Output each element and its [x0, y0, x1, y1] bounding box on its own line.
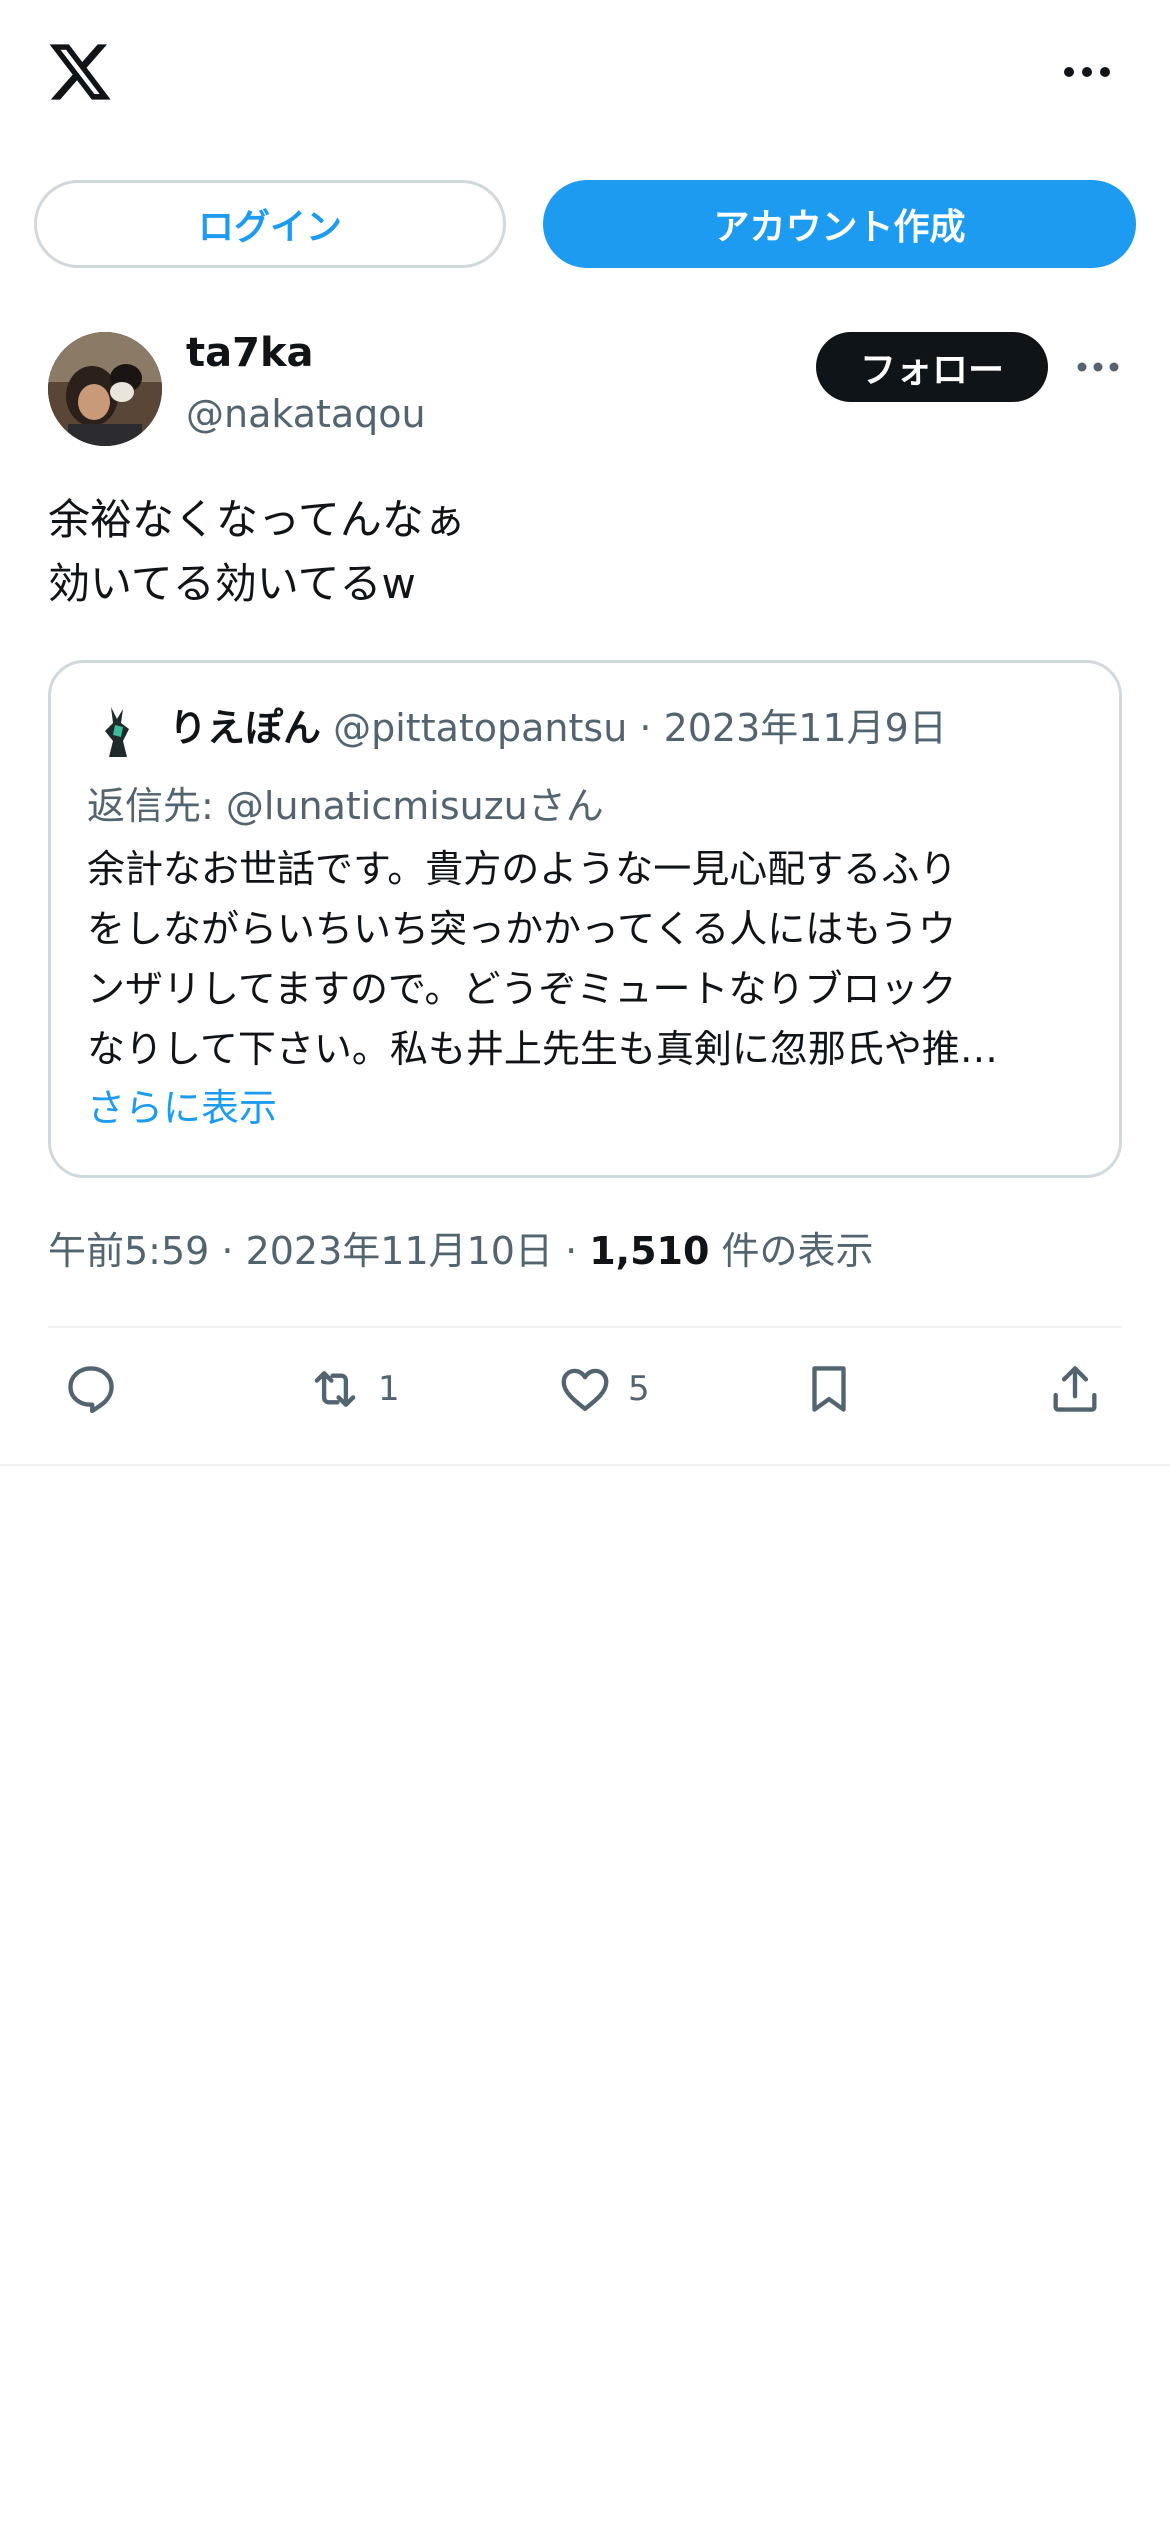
view-count: 1,510: [589, 1229, 710, 1273]
bookmark-button[interactable]: [800, 1360, 858, 1418]
quoted-date[interactable]: 2023年11月9日: [664, 706, 947, 750]
tweet-text-line: 効いてる効いてるw: [48, 559, 416, 608]
retweet-icon: [314, 1371, 356, 1407]
reply-button[interactable]: [62, 1360, 120, 1418]
heart-icon: [561, 1368, 609, 1411]
show-more-link[interactable]: さらに表示: [87, 1077, 277, 1132]
quoted-tweet[interactable]: りえぽん @pittatopantsu · 2023年11月9日 返信先: @l…: [48, 660, 1122, 1178]
avatar-image: [48, 332, 162, 446]
action-bar: 1 5: [0, 1360, 1170, 1440]
quoted-avatar: [93, 701, 143, 761]
retweet-count: 1: [378, 1369, 400, 1409]
like-count: 5: [628, 1369, 650, 1409]
quoted-separator: ·: [639, 706, 652, 750]
quoted-body-line: なりして下さい。私も井上先生も真剣に忽那氏や推…: [87, 1027, 998, 1071]
tweet-meta: 午前5:59 · 2023年11月10日 · 1,510 件の表示: [48, 1220, 874, 1275]
quoted-handle[interactable]: @pittatopantsu: [333, 706, 627, 750]
quoted-body-line: ンザリしてますので。どうぞミュートなりブロック: [87, 967, 957, 1011]
avatar[interactable]: [48, 332, 162, 446]
tweet-timestamp[interactable]: 午前5:59 · 2023年11月10日 ·: [48, 1229, 589, 1273]
tweet-text-line: 余裕なくなってんなぁ: [48, 495, 466, 544]
display-name[interactable]: ta7ka: [186, 330, 314, 376]
reply-to-label: 返信先: @lunaticmisuzuさん: [87, 784, 604, 828]
user-handle[interactable]: @nakataqou: [186, 392, 426, 436]
share-icon: [1053, 1366, 1097, 1412]
divider: [48, 1326, 1122, 1328]
create-account-button[interactable]: アカウント作成: [543, 180, 1136, 268]
share-button[interactable]: [1046, 1360, 1104, 1418]
quoted-header: りえぽん @pittatopantsu · 2023年11月9日: [169, 697, 947, 752]
quoted-body: 余計なお世話です。貴方のような一見心配するふり をしながらいちいち突っかかってく…: [87, 839, 1087, 1079]
x-logo-icon[interactable]: [46, 38, 114, 106]
login-button[interactable]: ログイン: [34, 180, 506, 268]
quoted-body-line: 余計なお世話です。貴方のような一見心配するふり: [87, 847, 958, 891]
retweet-button[interactable]: 1: [306, 1360, 400, 1418]
like-button[interactable]: 5: [556, 1360, 650, 1418]
reply-icon: [68, 1366, 114, 1414]
divider: [0, 1464, 1170, 1466]
more-horizontal-icon[interactable]: [1062, 60, 1112, 84]
quoted-display-name[interactable]: りえぽん: [169, 706, 321, 750]
top-bar: [0, 0, 1170, 150]
tweet-more-icon[interactable]: [1076, 358, 1120, 376]
tweet-text: 余裕なくなってんなぁ 効いてる効いてるw: [48, 488, 1128, 616]
view-count-label: 件の表示: [709, 1229, 874, 1273]
follow-button[interactable]: フォロー: [816, 332, 1048, 402]
bookmark-icon: [812, 1366, 846, 1412]
quoted-body-line: をしながらいちいち突っかかってくる人にはもうウ: [87, 907, 957, 951]
